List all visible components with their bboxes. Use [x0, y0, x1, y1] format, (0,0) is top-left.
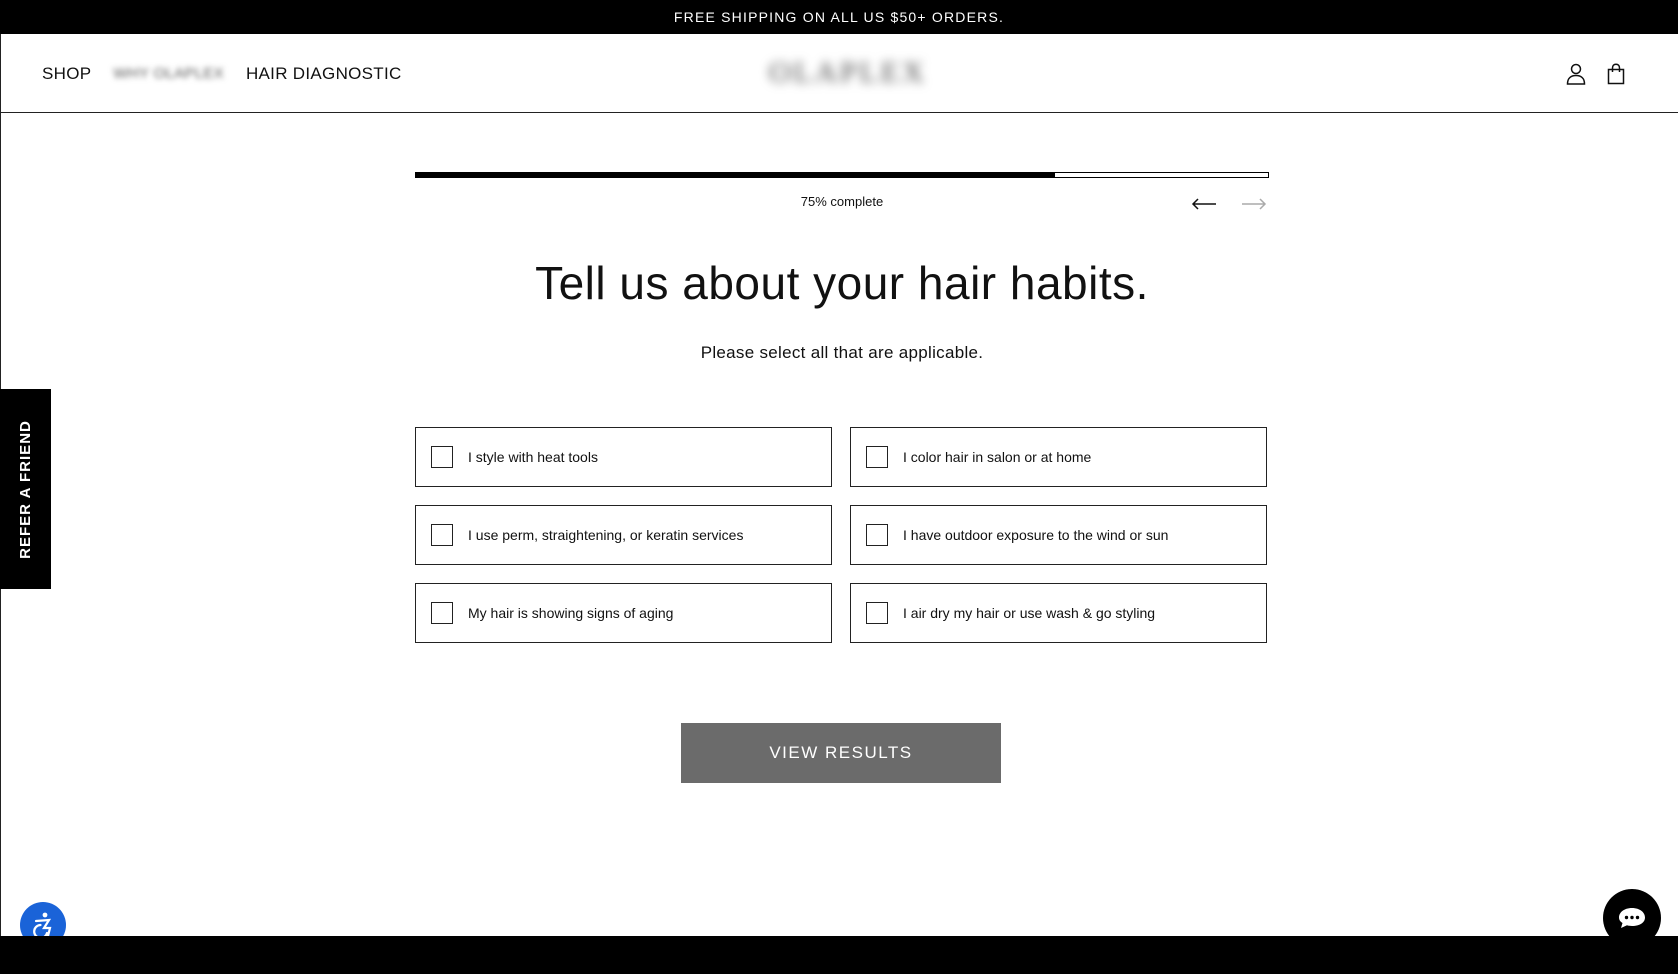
forward-arrow-icon[interactable] [1240, 196, 1268, 212]
quiz-progress-fill [416, 173, 1055, 177]
option-label: I style with heat tools [468, 449, 598, 465]
checkbox[interactable] [431, 602, 453, 624]
page-title: Tell us about your hair habits. [535, 257, 1149, 309]
back-arrow-icon[interactable] [1190, 196, 1218, 212]
page-subtitle: Please select all that are applicable. [700, 343, 984, 362]
refer-a-friend-tab[interactable]: REFER A FRIEND [0, 389, 51, 589]
quiz-progress-bar [415, 172, 1269, 178]
nav-item-why-olaplex[interactable]: WHY OLAPLEX [113, 65, 224, 82]
option-outdoor-exposure[interactable]: I have outdoor exposure to the wind or s… [850, 505, 1267, 565]
brand-logo[interactable]: OLAPLEX [753, 44, 943, 102]
footer-bar [0, 936, 1678, 974]
announcement-bar: FREE SHIPPING ON ALL US $50+ ORDERS. [0, 0, 1678, 34]
shopping-bag-icon[interactable] [1604, 62, 1628, 86]
refer-a-friend-label: REFER A FRIEND [17, 419, 35, 559]
option-label: I air dry my hair or use wash & go styli… [903, 605, 1156, 621]
option-label: I color hair in salon or at home [903, 449, 1092, 465]
checkbox[interactable] [431, 524, 453, 546]
checkbox[interactable] [866, 446, 888, 468]
option-air-dry[interactable]: I air dry my hair or use wash & go styli… [850, 583, 1267, 643]
main-nav: SHOP WHY OLAPLEX HAIR DIAGNOSTIC [42, 34, 424, 113]
checkbox[interactable] [866, 524, 888, 546]
option-label: I have outdoor exposure to the wind or s… [903, 527, 1169, 543]
option-label: My hair is showing signs of aging [468, 605, 674, 621]
view-results-button[interactable]: VIEW RESULTS [681, 723, 1001, 783]
account-icon[interactable] [1564, 62, 1588, 86]
option-label: I use perm, straightening, or keratin se… [468, 527, 744, 543]
option-heat-tools[interactable]: I style with heat tools [415, 427, 832, 487]
progress-label: 75% complete [800, 194, 884, 209]
option-signs-of-aging[interactable]: My hair is showing signs of aging [415, 583, 832, 643]
announcement-text: FREE SHIPPING ON ALL US $50+ ORDERS. [673, 9, 1005, 25]
checkbox[interactable] [866, 602, 888, 624]
option-color-hair[interactable]: I color hair in salon or at home [850, 427, 1267, 487]
nav-item-hair-diagnostic[interactable]: HAIR DIAGNOSTIC [246, 64, 402, 84]
header-icons [1548, 34, 1628, 113]
site-header: SHOP WHY OLAPLEX HAIR DIAGNOSTIC OLAPLEX [0, 34, 1678, 113]
checkbox[interactable] [431, 446, 453, 468]
nav-item-shop[interactable]: SHOP [42, 64, 91, 84]
option-perm-keratin[interactable]: I use perm, straightening, or keratin se… [415, 505, 832, 565]
